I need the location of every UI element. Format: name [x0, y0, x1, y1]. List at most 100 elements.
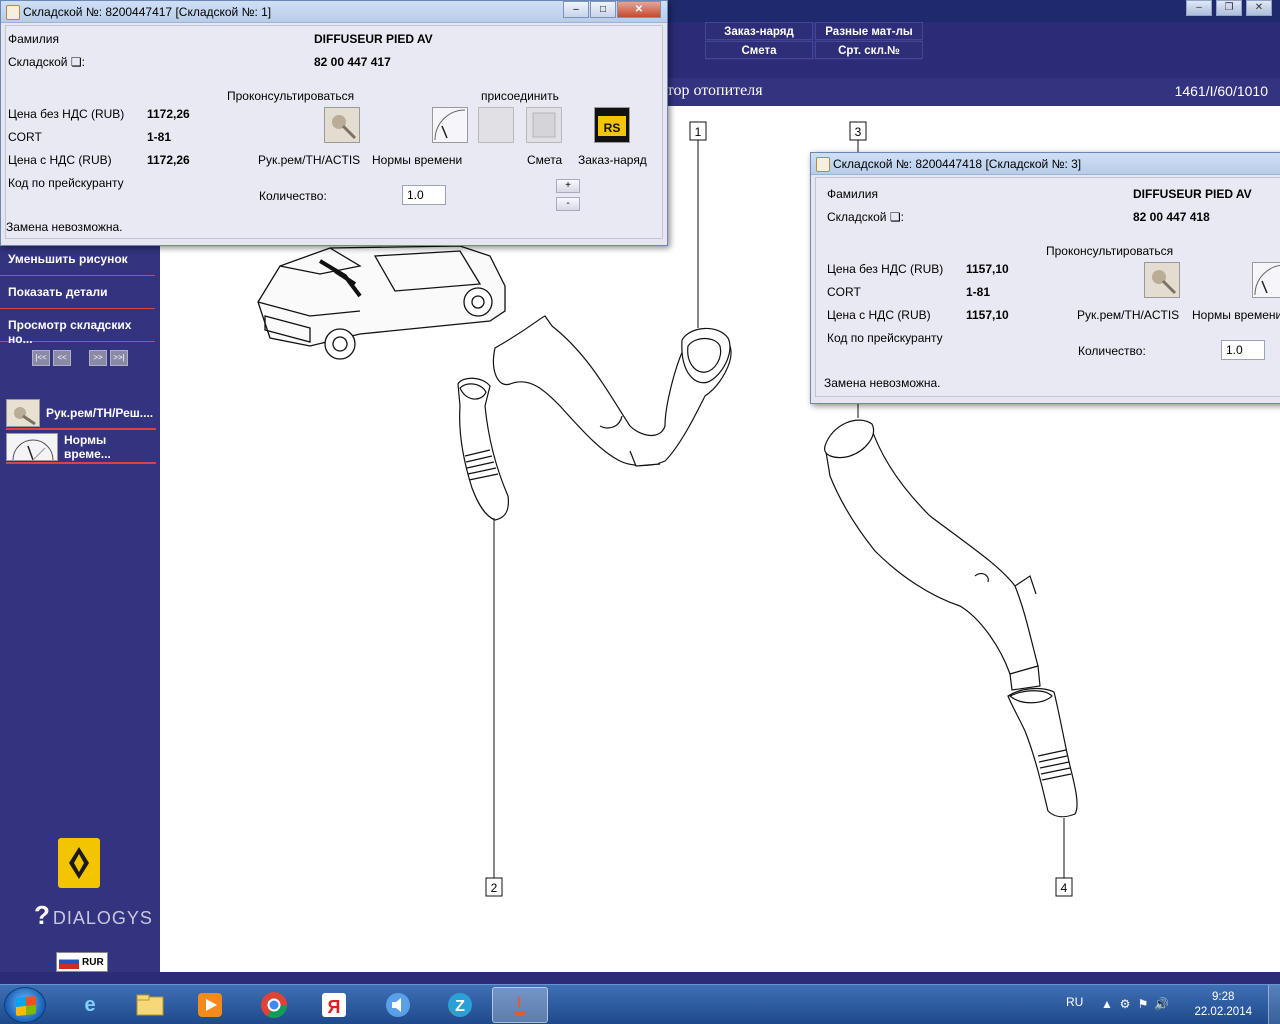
- show-desktop-button[interactable]: [1268, 985, 1280, 1024]
- media-player-icon[interactable]: [182, 987, 238, 1023]
- svg-text:Я: Я: [328, 997, 341, 1017]
- family-label: Фамилия: [8, 32, 59, 46]
- calculator-icon: [532, 112, 556, 138]
- action-center-flag-icon[interactable]: ⚑: [1136, 997, 1150, 1011]
- chrome-icon[interactable]: [246, 987, 302, 1023]
- cort-label: CORT: [8, 130, 42, 144]
- time-norms-button[interactable]: [432, 107, 468, 143]
- menu-misc-materials[interactable]: Разные мат-лы: [815, 22, 923, 40]
- stock-number-value: 82 00 447 417: [314, 55, 391, 69]
- price-gross-label: Цена с НДС (RUB): [827, 308, 931, 322]
- sidebar-tool-time-label: Нормы време...: [64, 433, 111, 461]
- z-app-icon[interactable]: Z: [432, 987, 488, 1023]
- minimize-button[interactable]: –: [1186, 0, 1212, 16]
- part-4-duct: [1007, 687, 1078, 818]
- consult-label: Проконсультироваться: [227, 89, 355, 103]
- clock-icon: [1254, 264, 1280, 296]
- quantity-input[interactable]: 1.0: [1221, 340, 1265, 360]
- pager-prev-button[interactable]: <<: [53, 350, 71, 366]
- part-1-duct: [492, 315, 732, 467]
- consult-label: Проконсультироваться: [1046, 244, 1174, 258]
- system-tray: RU ▲ ⚙ ⚑ 🔊 9:28 22.02.2014: [1060, 985, 1280, 1024]
- sidebar-zoom-out[interactable]: Уменьшить рисунок: [0, 244, 155, 276]
- repair-manual-button[interactable]: [324, 107, 360, 143]
- price-net-value: 1172,26: [147, 107, 190, 121]
- estimate-button[interactable]: [526, 107, 562, 143]
- start-button[interactable]: [4, 987, 46, 1023]
- family-label: Фамилия: [827, 187, 878, 201]
- restore-button[interactable]: ❐: [1216, 0, 1242, 16]
- pager-first-button[interactable]: |<<: [32, 350, 50, 366]
- explorer-folder-icon[interactable]: [122, 987, 178, 1023]
- pager-last-button[interactable]: >>|: [110, 350, 128, 366]
- replacement-status: Замена невозможна.: [824, 376, 941, 390]
- sidebar-tool-repair-label: Рук.рем/TH/Реш....: [46, 406, 154, 420]
- price-net-label: Цена без НДС (RUB): [827, 262, 944, 276]
- popup-1-minimize-button[interactable]: –: [563, 1, 589, 18]
- pager: |<< << >> >>|: [32, 350, 128, 366]
- tray-expand-icon[interactable]: ▲: [1100, 997, 1114, 1011]
- svg-text:2: 2: [491, 881, 498, 895]
- speaker-app-icon[interactable]: [370, 987, 426, 1023]
- currency-label: RUR: [82, 956, 104, 968]
- price-net-label: Цена без НДС (RUB): [8, 107, 125, 121]
- sidebar-tool-time[interactable]: Нормы време...: [6, 432, 156, 464]
- stock-number-value: 82 00 447 418: [1133, 210, 1210, 224]
- quantity-decrement-button[interactable]: -: [556, 197, 580, 211]
- repair-label: Рук.рем/TH/ACTIS: [258, 153, 361, 167]
- repair-manual-button[interactable]: [1144, 262, 1180, 298]
- wrench-icon: [1152, 270, 1177, 295]
- sidebar-tool-repair[interactable]: Рук.рем/TH/Реш....: [6, 398, 156, 430]
- family-value: DIFFUSEUR PIED AV: [314, 32, 433, 46]
- svg-text:3: 3: [855, 125, 862, 139]
- popup-2-body: Фамилия DIFFUSEUR PIED AV Складской ❏: 8…: [815, 177, 1280, 397]
- popup-1-title: Складской №: 8200447417 [Складской №: 1]: [23, 5, 272, 19]
- popup-1-maximize-button[interactable]: □: [590, 1, 616, 18]
- svg-text:1: 1: [695, 125, 702, 139]
- price-gross-value: 1157,10: [966, 308, 1009, 322]
- menu-stock-number[interactable]: Срт. скл.№: [815, 41, 923, 59]
- internet-explorer-icon[interactable]: e: [62, 987, 118, 1023]
- family-value: DIFFUSEUR PIED AV: [1133, 187, 1252, 201]
- time-norms-button[interactable]: [1252, 262, 1280, 298]
- pager-next-button[interactable]: >>: [89, 350, 107, 366]
- price-gross-label: Цена с НДС (RUB): [8, 153, 112, 167]
- diagram-reference: 1461/I/60/1010: [1174, 83, 1268, 99]
- popup-2-titlebar[interactable]: Складской №: 8200447418 [Складской №: 3]: [811, 153, 1280, 175]
- currency-selector[interactable]: RUR: [56, 952, 108, 972]
- price-gross-value: 1172,26: [147, 153, 190, 167]
- quantity-input[interactable]: 1.0: [402, 185, 446, 205]
- menu-order[interactable]: Заказ-наряд: [705, 22, 813, 40]
- quantity-increment-button[interactable]: +: [556, 179, 580, 193]
- part-popup-2[interactable]: Складской №: 8200447418 [Складской №: 3]…: [810, 152, 1280, 404]
- clock-time: 9:28: [1212, 991, 1235, 1003]
- diagram-title: атор отопителя: [660, 82, 763, 99]
- svg-text:Z: Z: [455, 998, 465, 1015]
- java-app-icon[interactable]: [492, 987, 548, 1023]
- steam-icon[interactable]: ⚙: [1118, 997, 1132, 1011]
- svg-text:4: 4: [1061, 881, 1068, 895]
- part-popup-1[interactable]: Складской №: 8200447417 [Складской №: 1]…: [0, 0, 668, 246]
- part-3-duct: [824, 419, 1041, 691]
- yandex-icon[interactable]: Я: [306, 987, 362, 1023]
- sidebar-view-stock[interactable]: Просмотр складских но...: [0, 310, 155, 346]
- window-controls: – ❐ ✕: [1176, 0, 1280, 20]
- order-button[interactable]: RS: [594, 107, 630, 143]
- clock[interactable]: 9:28 22.02.2014: [1194, 990, 1252, 1020]
- close-button[interactable]: ✕: [1246, 0, 1272, 16]
- language-indicator[interactable]: RU: [1066, 995, 1083, 1009]
- windows-taskbar: e Я Z RU ▲ ⚙ ⚑ 🔊 9:28 22.02.2014: [0, 984, 1280, 1024]
- cort-value: 1-81: [966, 285, 991, 299]
- sidebar-show-details[interactable]: Показать детали: [0, 277, 155, 309]
- menu-estimate[interactable]: Смета: [705, 41, 813, 59]
- attach-disabled-icon: [478, 107, 514, 143]
- price-code-label: Код по прейскуранту: [8, 176, 124, 190]
- volume-icon[interactable]: 🔊: [1154, 997, 1169, 1011]
- popup-1-titlebar[interactable]: Складской №: 8200447417 [Складской №: 1]…: [1, 1, 667, 23]
- price-code-label: Код по прейскуранту: [827, 331, 943, 345]
- clock-icon: [434, 109, 466, 141]
- wrench-icon: [332, 115, 357, 140]
- replacement-status: Замена невозможна.: [6, 220, 123, 234]
- popup-1-close-button[interactable]: ✕: [617, 1, 661, 18]
- dialogys-logo: ? DIALOGYS: [34, 900, 153, 930]
